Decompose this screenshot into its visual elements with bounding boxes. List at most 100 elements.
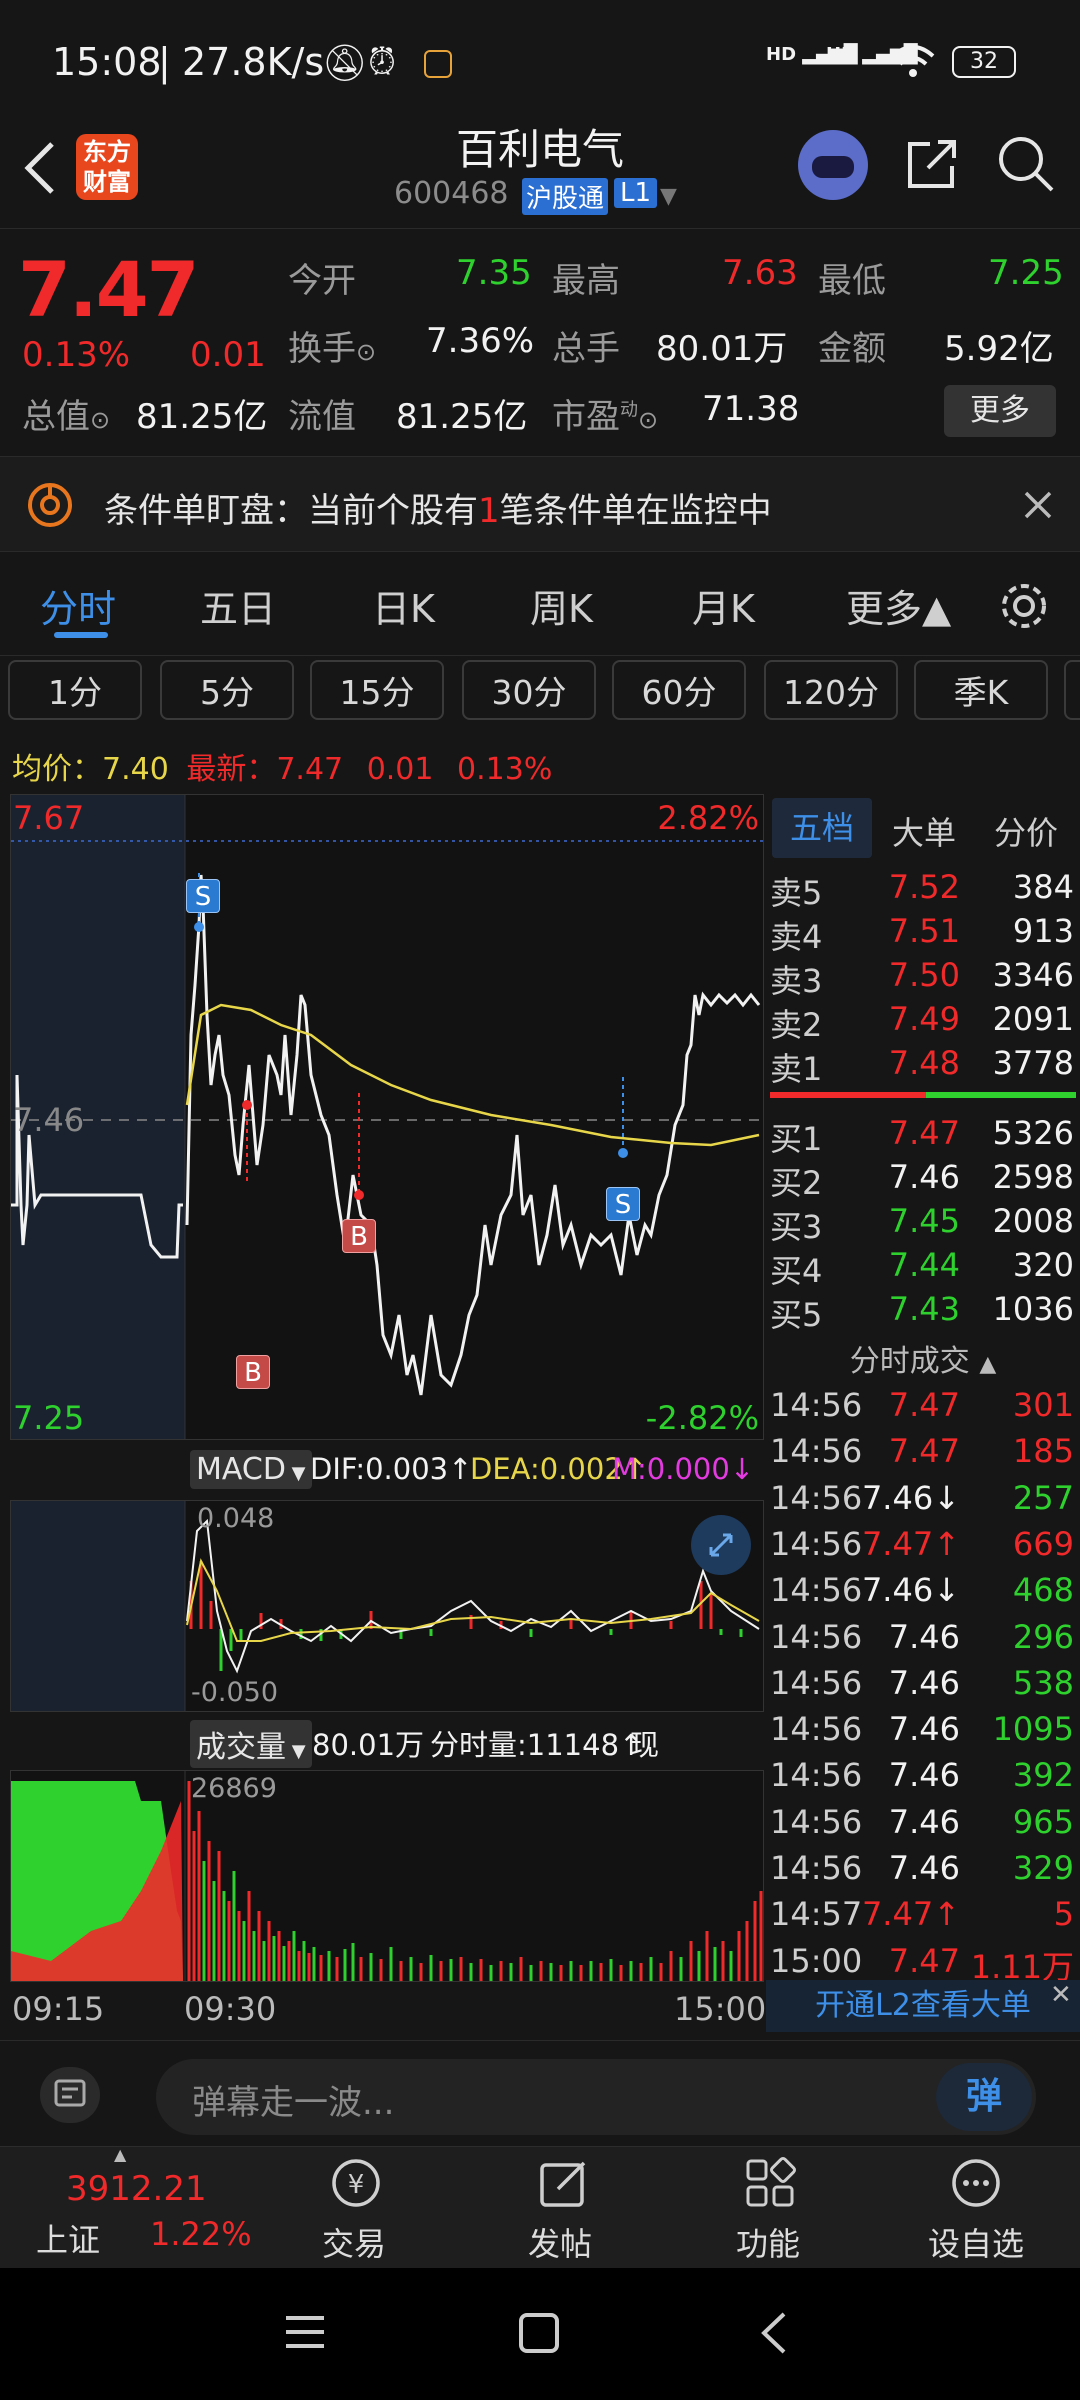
expand-icon[interactable]	[691, 1515, 751, 1575]
menu-icon[interactable]	[282, 2312, 328, 2352]
volume-total: 80.01万	[312, 1728, 425, 1762]
search-icon[interactable]	[996, 134, 1056, 194]
level-price: 7.50	[888, 956, 960, 994]
robot-assistant-icon[interactable]	[798, 130, 868, 200]
index-triangle-icon: ▲	[114, 2145, 127, 2164]
danmu-send-button[interactable]: 弹	[936, 2063, 1032, 2131]
condition-order-bar[interactable]: 条件单盯盘：当前个股有1笔条件单在监控中	[0, 456, 1080, 552]
level-label: 买3	[770, 1208, 823, 1246]
period-quarter-k[interactable]: 季K	[914, 660, 1048, 720]
level-price: 7.49	[888, 1000, 960, 1038]
volume-minute: 分时量:11148↑	[430, 1728, 644, 1762]
macd-m: M:0.000↓	[612, 1452, 755, 1486]
tab-five-levels[interactable]: 五档	[772, 798, 872, 858]
volume-selector[interactable]: 成交量 ▼	[190, 1720, 312, 1768]
macd-top-label: 0.048	[197, 1503, 275, 1534]
y-bottom-pct: -2.82%	[645, 1399, 759, 1437]
nav-function[interactable]: 功能	[736, 2219, 800, 2265]
low-value: 7.25	[988, 253, 1064, 293]
tick-volume: 392	[1012, 1756, 1074, 1795]
ask-bid-divider-green	[926, 1092, 1076, 1098]
tick-volume: 301	[1012, 1386, 1074, 1424]
macd-selector[interactable]: MACD ▼	[190, 1450, 312, 1489]
close-l2-icon[interactable]: ✕	[1050, 1980, 1072, 2010]
tick-price: 7.46	[888, 1756, 960, 1795]
mcap-value: 81.25亿	[136, 397, 268, 437]
book-row: 卖3 7.50 3346	[766, 956, 1080, 1000]
macd-panel[interactable]: 0.048 -0.050	[10, 1500, 764, 1712]
tab-five-day[interactable]: 五日	[200, 578, 276, 633]
trade-icon[interactable]: ¥	[328, 2155, 384, 2211]
index-pct[interactable]: 1.22%	[150, 2215, 252, 2253]
nav-trade[interactable]: 交易	[322, 2219, 386, 2265]
ticks-title[interactable]: 分时成交 ▲	[766, 1336, 1080, 1380]
danmu-input[interactable]: 弹幕走一波... 弹	[156, 2059, 1036, 2135]
danmu-settings-icon[interactable]	[40, 2067, 100, 2123]
chevron-down-icon[interactable]: ▼	[660, 184, 677, 209]
level-volume: 384	[1012, 868, 1074, 906]
level-price: 7.43	[888, 1290, 960, 1328]
nav-add-watchlist[interactable]: 设自选	[928, 2219, 1024, 2265]
period-60min[interactable]: 60分	[612, 660, 746, 720]
tick-price: 7.47↑	[861, 1524, 960, 1563]
tick-row: 14:56 7.47 301	[766, 1386, 1080, 1430]
period-15min[interactable]: 15分	[310, 660, 444, 720]
tick-time: 14:57	[770, 1895, 863, 1934]
tick-time: 14:56	[770, 1802, 863, 1841]
system-nav-bar	[0, 2268, 1080, 2400]
time-end: 15:00	[674, 1990, 767, 2028]
close-icon[interactable]	[1022, 489, 1054, 521]
sell-marker[interactable]: S	[606, 1187, 640, 1221]
buy-marker[interactable]: B	[236, 1355, 270, 1389]
period-1min[interactable]: 1分	[8, 660, 142, 720]
y-mid-price: 7.46	[13, 1101, 85, 1139]
price-chart-svg	[11, 795, 763, 1439]
tab-weekly-k[interactable]: 周K	[530, 578, 593, 633]
index-value[interactable]: 3912.21	[66, 2169, 207, 2209]
period-5min[interactable]: 5分	[160, 660, 294, 720]
tab-intraday[interactable]: 分时	[40, 578, 116, 633]
back-nav-icon[interactable]	[756, 2310, 790, 2356]
tab-daily-k[interactable]: 日K	[372, 578, 435, 633]
tick-volume: 1095	[992, 1710, 1074, 1749]
tick-volume: 296	[1012, 1617, 1074, 1656]
tick-price: 7.46↓	[861, 1478, 960, 1517]
index-name[interactable]: 上证	[36, 2215, 100, 2261]
wifi-icon	[891, 45, 935, 77]
edit-icon[interactable]	[536, 2155, 592, 2211]
period-120min[interactable]: 120分	[764, 660, 898, 720]
tick-time: 14:56	[770, 1524, 863, 1563]
share-icon[interactable]	[904, 136, 960, 192]
tick-price: 7.47	[888, 1941, 960, 1980]
tick-volume: 257	[1012, 1478, 1074, 1517]
tick-price: 7.46	[888, 1663, 960, 1702]
more-button[interactable]: 更多	[944, 385, 1056, 437]
buy-marker[interactable]: B	[342, 1219, 376, 1253]
tick-time: 14:56	[770, 1432, 863, 1471]
tick-row: 14:56 7.47 185	[766, 1432, 1080, 1476]
tick-row: 14:56 7.46↓ 257	[766, 1479, 1080, 1523]
sell-marker[interactable]: S	[186, 879, 220, 913]
home-icon[interactable]	[518, 2312, 560, 2354]
volume-panel[interactable]: 26869	[10, 1770, 764, 1982]
gear-icon[interactable]	[998, 580, 1050, 632]
tab-monthly-k[interactable]: 月K	[692, 578, 755, 633]
price-panel[interactable]: S B B S 7.67 2.82% 7.46 7.25 -2.82%	[10, 794, 764, 1440]
period-more-partial[interactable]	[1064, 660, 1080, 720]
grid-icon[interactable]	[742, 2155, 798, 2211]
tab-more[interactable]: 更多▲	[846, 578, 951, 633]
chart-area[interactable]: S B B S 7.67 2.82% 7.46 7.25 -2.82% MACD…	[10, 794, 766, 2028]
tick-time: 14:56	[770, 1617, 863, 1656]
l2-upgrade-link[interactable]: 开通L2查看大单	[766, 1980, 1080, 2032]
nav-post[interactable]: 发帖	[528, 2219, 592, 2265]
tab-price-dist[interactable]: 分价	[994, 808, 1058, 854]
tick-row: 14:56 7.46 538	[766, 1664, 1080, 1708]
level-price: 7.51	[888, 912, 960, 950]
period-30min[interactable]: 30分	[462, 660, 596, 720]
tick-row: 14:56 7.46 965	[766, 1803, 1080, 1847]
macd-chart-svg	[184, 1501, 760, 1711]
more-dots-icon[interactable]	[948, 2155, 1004, 2211]
tab-big-orders[interactable]: 大单	[892, 808, 956, 854]
tick-price: 7.46	[888, 1710, 960, 1749]
volume-label: 总手	[552, 329, 620, 369]
